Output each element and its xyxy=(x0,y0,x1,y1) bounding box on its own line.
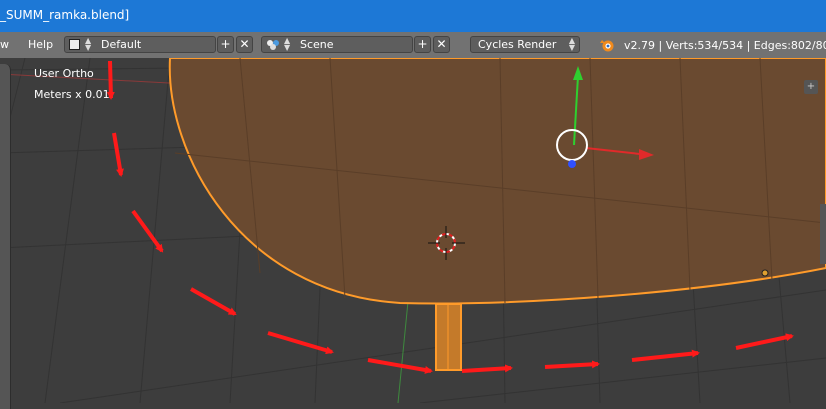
delete-scene-button[interactable]: ✕ xyxy=(433,36,450,53)
render-engine-dropdown[interactable]: Cycles Render ▲ ▼ xyxy=(470,36,580,53)
scene-icon xyxy=(266,39,280,50)
annotation-arrow xyxy=(106,60,115,100)
info-header: w Help ▲ ▼ Default + ✕ ▲ ▼ Scene + ✕ Cycle… xyxy=(0,32,826,59)
scene-selector[interactable]: ▲ ▼ Scene xyxy=(261,36,413,53)
close-icon: ✕ xyxy=(239,37,250,51)
add-layout-button[interactable]: + xyxy=(217,36,234,53)
units-label: Meters x 0.01 xyxy=(34,88,110,101)
render-engine-value: Cycles Render xyxy=(478,38,557,51)
updown-arrows-icon: ▲ ▼ xyxy=(568,36,575,52)
scene-name: Scene xyxy=(300,38,334,51)
vertex-dot xyxy=(761,269,769,277)
scene-stats: v2.79 | Verts:534/534 | Edges:802/802 xyxy=(624,39,826,52)
layout-icon xyxy=(69,39,80,50)
viewport-canvas[interactable] xyxy=(0,58,826,403)
view-mode-label: User Ortho xyxy=(34,67,94,80)
layout-selector[interactable]: ▲ ▼ Default xyxy=(64,36,216,53)
window-title: _SUMM_ramka.blend] xyxy=(0,8,130,22)
delete-layout-button[interactable]: ✕ xyxy=(236,36,253,53)
add-scene-button[interactable]: + xyxy=(414,36,431,53)
menu-window[interactable]: w xyxy=(0,38,9,51)
updown-arrows-icon: ▲ ▼ xyxy=(284,36,291,52)
updown-arrows-icon: ▲ ▼ xyxy=(85,36,92,52)
add-panel-button[interactable]: + xyxy=(804,80,818,94)
plus-icon: + xyxy=(417,37,428,51)
properties-panel-edge[interactable] xyxy=(820,204,826,264)
layout-name: Default xyxy=(101,38,142,51)
plus-icon: + xyxy=(220,37,231,51)
toolshelf-edge[interactable] xyxy=(0,64,11,409)
close-icon: ✕ xyxy=(436,37,447,51)
window-title-bar: _SUMM_ramka.blend] xyxy=(0,0,826,32)
blender-logo-icon xyxy=(599,37,615,53)
3d-viewport[interactable]: + User Ortho Meters x 0.01 xyxy=(0,58,826,409)
menu-help[interactable]: Help xyxy=(28,38,53,51)
plus-icon: + xyxy=(806,81,816,92)
